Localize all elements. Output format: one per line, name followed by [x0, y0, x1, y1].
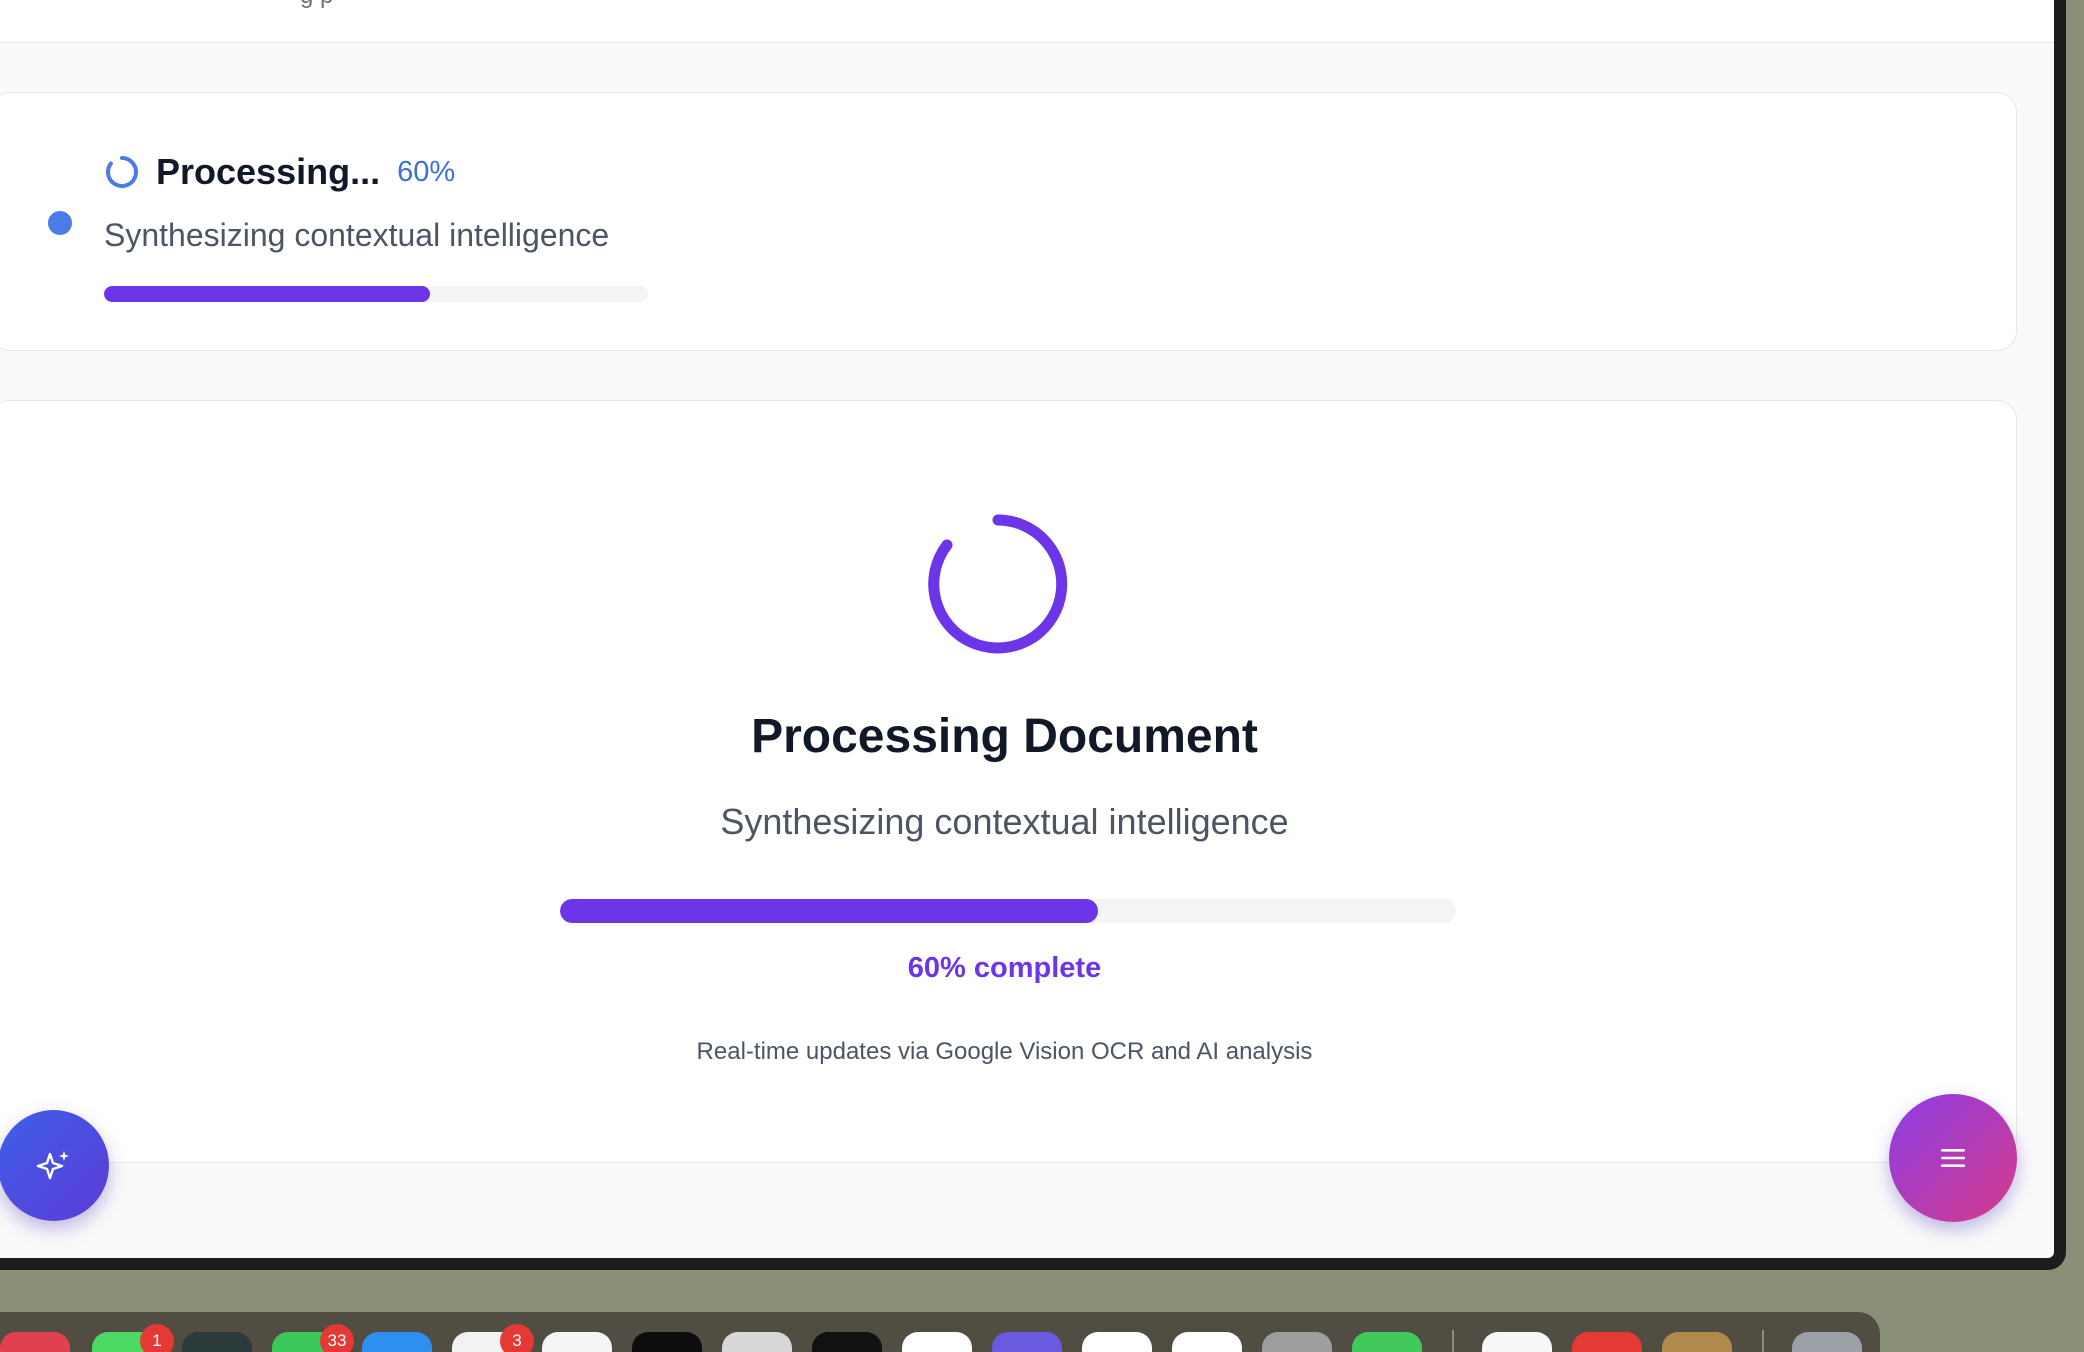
notification-badge: 1 — [140, 1324, 174, 1352]
status-percent: 60% — [397, 155, 456, 188]
processing-progress-bar — [560, 899, 1456, 923]
dock-app-19-icon[interactable] — [1662, 1332, 1732, 1352]
progress-complete-label: 60% complete — [907, 952, 1102, 984]
dock-app-12-icon[interactable] — [992, 1332, 1062, 1352]
dock-app-15-icon[interactable] — [1262, 1332, 1332, 1352]
processing-spinner-icon — [928, 514, 1068, 654]
dock-app-2-icon[interactable]: 1 — [92, 1324, 174, 1352]
status-progress-bar — [104, 286, 648, 302]
dock-app-16-icon[interactable] — [1352, 1332, 1422, 1352]
dock-app-9-icon[interactable] — [722, 1332, 792, 1352]
loading-spinner-icon — [106, 156, 138, 188]
processing-title: Processing Document — [751, 710, 1258, 763]
dock-app-7-icon[interactable] — [542, 1332, 612, 1352]
notification-badge: 3 — [500, 1324, 534, 1352]
dock-app-18-icon[interactable] — [1572, 1332, 1642, 1352]
status-subtitle: Synthesizing contextual intelligence — [104, 217, 610, 253]
app-window: g p Processing... 60% Synthesizing conte… — [0, 0, 2066, 1270]
notification-badge: 33 — [320, 1324, 354, 1352]
dock-app-13-icon[interactable] — [1082, 1332, 1152, 1352]
dock-trash-icon[interactable] — [1792, 1332, 1862, 1352]
dock-app-17-icon[interactable] — [1482, 1332, 1552, 1352]
status-card: Processing... 60% Synthesizing contextua… — [0, 92, 2017, 351]
menu-button[interactable] — [1889, 1094, 2017, 1222]
dock-app-3-icon[interactable] — [182, 1332, 252, 1352]
dock-app-10-icon[interactable] — [812, 1332, 882, 1352]
top-header: g p — [0, 0, 2054, 43]
processing-subtitle: Synthesizing contextual intelligence — [720, 801, 1289, 842]
sparkles-icon — [36, 1150, 69, 1179]
dock-separator — [1762, 1330, 1764, 1352]
status-title: Processing... — [156, 151, 381, 192]
header-text: g p — [300, 0, 333, 10]
dock-app-11-icon[interactable] — [902, 1332, 972, 1352]
dock: 1 33 3 — [0, 1312, 1880, 1352]
menu-icon — [1941, 1149, 1965, 1167]
dock-app-8-icon[interactable] — [632, 1332, 702, 1352]
status-indicator-dot — [48, 211, 72, 235]
ai-assistant-button[interactable] — [0, 1110, 109, 1221]
dock-separator — [1452, 1330, 1454, 1352]
status-header: Processing... 60% — [104, 151, 455, 193]
processing-progress-fill — [560, 899, 1098, 923]
dock-app-5-icon[interactable] — [362, 1332, 432, 1352]
processing-footnote: Real-time updates via Google Vision OCR … — [696, 1038, 1313, 1065]
status-progress-fill — [104, 286, 431, 302]
dock-app-14-icon[interactable] — [1172, 1332, 1242, 1352]
dock-app-1-icon[interactable] — [0, 1332, 70, 1352]
dock-app-4-icon[interactable]: 33 — [272, 1324, 354, 1352]
dock-app-6-icon[interactable]: 3 — [452, 1324, 534, 1352]
processing-card: Processing Document Synthesizing context… — [0, 400, 2017, 1163]
